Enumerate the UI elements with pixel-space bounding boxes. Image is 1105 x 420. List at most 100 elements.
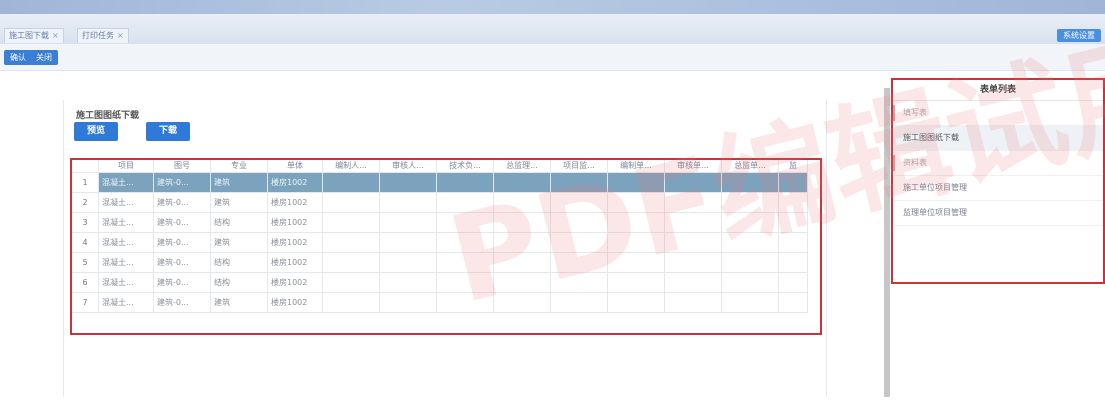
- table-cell[interactable]: [379, 232, 437, 253]
- table-cell[interactable]: [721, 192, 779, 213]
- table-cell[interactable]: [436, 252, 494, 273]
- preview-button[interactable]: 预览: [74, 122, 118, 141]
- table-cell[interactable]: [322, 212, 380, 233]
- close-button[interactable]: 关闭: [30, 50, 58, 65]
- table-cell[interactable]: 楼房1002: [267, 212, 323, 233]
- tab-construction-download[interactable]: 施工图下载 ×: [4, 28, 64, 43]
- table-cell[interactable]: [322, 292, 380, 313]
- column-header[interactable]: 图号: [153, 160, 211, 173]
- table-cell[interactable]: [664, 192, 722, 213]
- table-cell[interactable]: [550, 192, 608, 213]
- table-cell[interactable]: 楼房1002: [267, 292, 323, 313]
- table-cell[interactable]: [436, 172, 494, 193]
- table-cell[interactable]: 楼房1002: [267, 192, 323, 213]
- confirm-button[interactable]: 确认: [4, 50, 32, 65]
- table-cell[interactable]: 楼房1002: [267, 252, 323, 273]
- form-list-item[interactable]: 施工单位项目管理: [893, 176, 1103, 201]
- table-cell[interactable]: [721, 292, 779, 313]
- table-cell[interactable]: [436, 272, 494, 293]
- table-cell[interactable]: 结构: [210, 252, 268, 273]
- column-header[interactable]: 审核单...: [664, 160, 722, 173]
- close-icon[interactable]: ×: [117, 31, 124, 40]
- table-cell[interactable]: 建筑-0...: [153, 292, 211, 313]
- table-cell[interactable]: [550, 212, 608, 233]
- table-cell[interactable]: 楼房1002: [267, 232, 323, 253]
- table-cell[interactable]: [493, 292, 551, 313]
- table-cell[interactable]: [607, 272, 665, 293]
- table-cell[interactable]: [436, 292, 494, 313]
- table-cell[interactable]: [436, 192, 494, 213]
- table-cell[interactable]: [721, 232, 779, 253]
- column-header[interactable]: 总监单...: [721, 160, 779, 173]
- table-cell[interactable]: [322, 172, 380, 193]
- table-cell[interactable]: [436, 212, 494, 233]
- table-cell[interactable]: [379, 272, 437, 293]
- table-cell[interactable]: [493, 252, 551, 273]
- table-cell[interactable]: [607, 172, 665, 193]
- table-cell[interactable]: 混凝土...: [98, 172, 154, 193]
- table-cell[interactable]: 建筑: [210, 192, 268, 213]
- table-cell[interactable]: 结构: [210, 212, 268, 233]
- form-list-item[interactable]: 监理单位项目管理: [893, 201, 1103, 226]
- table-cell[interactable]: 混凝土...: [98, 272, 154, 293]
- table-cell[interactable]: [493, 272, 551, 293]
- table-cell[interactable]: 建筑-0...: [153, 212, 211, 233]
- table-cell[interactable]: 混凝土...: [98, 252, 154, 273]
- table-cell[interactable]: [721, 172, 779, 193]
- column-header[interactable]: 编制单...: [607, 160, 665, 173]
- table-cell[interactable]: [550, 232, 608, 253]
- table-row[interactable]: 7 混凝土... 建筑-0... 建筑 楼房1002: [72, 292, 808, 313]
- table-cell[interactable]: 建筑-0...: [153, 232, 211, 253]
- column-header[interactable]: 监: [778, 160, 808, 173]
- table-cell[interactable]: [778, 212, 808, 233]
- table-cell[interactable]: 建筑-0...: [153, 172, 211, 193]
- table-cell[interactable]: 混凝土...: [98, 292, 154, 313]
- table-cell[interactable]: [778, 172, 808, 193]
- table-cell[interactable]: 楼房1002: [267, 272, 323, 293]
- table-cell[interactable]: [550, 172, 608, 193]
- table-cell[interactable]: [607, 232, 665, 253]
- table-cell[interactable]: [778, 232, 808, 253]
- form-list-group[interactable]: 填写表: [893, 101, 1103, 126]
- table-row[interactable]: 3 混凝土... 建筑-0... 结构 楼房1002: [72, 212, 808, 233]
- table-cell[interactable]: 建筑-0...: [153, 192, 211, 213]
- column-header[interactable]: 技术负...: [436, 160, 494, 173]
- tab-print-task[interactable]: 打印任务 ×: [77, 28, 129, 43]
- table-cell[interactable]: [379, 212, 437, 233]
- table-cell[interactable]: 混凝土...: [98, 232, 154, 253]
- table-cell[interactable]: 建筑-0...: [153, 252, 211, 273]
- table-cell[interactable]: [664, 272, 722, 293]
- table-cell[interactable]: [664, 292, 722, 313]
- table-cell[interactable]: [721, 272, 779, 293]
- table-cell[interactable]: [607, 292, 665, 313]
- table-cell[interactable]: 建筑: [210, 292, 268, 313]
- table-cell[interactable]: [493, 212, 551, 233]
- table-row[interactable]: 2 混凝土... 建筑-0... 建筑 楼房1002: [72, 192, 808, 213]
- form-list-group[interactable]: 资料表: [893, 151, 1103, 176]
- column-header[interactable]: 总监理...: [493, 160, 551, 173]
- column-header[interactable]: 编制人...: [322, 160, 380, 173]
- table-cell[interactable]: 建筑: [210, 172, 268, 193]
- table-cell[interactable]: [778, 252, 808, 273]
- table-cell[interactable]: [607, 252, 665, 273]
- table-cell[interactable]: [721, 212, 779, 233]
- system-settings-button[interactable]: 系统设置: [1057, 29, 1101, 42]
- table-cell[interactable]: [664, 172, 722, 193]
- column-header[interactable]: 审核人...: [379, 160, 437, 173]
- download-button[interactable]: 下载: [146, 122, 190, 141]
- table-cell[interactable]: [550, 252, 608, 273]
- table-row[interactable]: 6 混凝土... 建筑-0... 结构 楼房1002: [72, 272, 808, 293]
- column-header[interactable]: 项目: [98, 160, 154, 173]
- table-cell[interactable]: 混凝土...: [98, 212, 154, 233]
- table-cell[interactable]: [664, 252, 722, 273]
- table-cell[interactable]: [322, 232, 380, 253]
- column-header[interactable]: 单体: [267, 160, 323, 173]
- table-cell[interactable]: [664, 232, 722, 253]
- table-cell[interactable]: [550, 292, 608, 313]
- table-cell[interactable]: [379, 192, 437, 213]
- table-cell[interactable]: [379, 292, 437, 313]
- table-cell[interactable]: [721, 252, 779, 273]
- table-cell[interactable]: [607, 212, 665, 233]
- table-cell[interactable]: [493, 232, 551, 253]
- table-cell[interactable]: [322, 272, 380, 293]
